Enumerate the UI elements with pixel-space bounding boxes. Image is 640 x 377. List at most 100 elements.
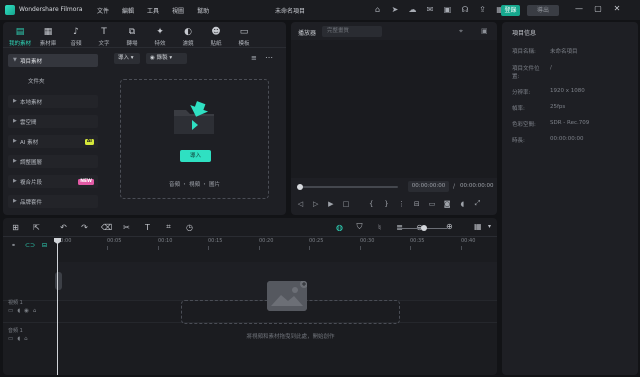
magnet-icon[interactable]: ⊂⊃ — [25, 242, 35, 249]
lock-icon[interactable]: ⌂ — [24, 336, 28, 342]
fullscreen-icon[interactable]: ⤢ — [474, 199, 481, 208]
record-dropdown[interactable]: ◉ 錄製 ▾ — [146, 53, 187, 64]
headset-icon[interactable]: ☊ — [461, 5, 470, 14]
send-icon[interactable]: ➤ — [391, 5, 400, 14]
chevron-right-icon: ▶ — [13, 158, 17, 164]
play-back-icon[interactable]: ▷ — [312, 200, 319, 208]
list-icon[interactable]: ≣ — [395, 223, 404, 232]
monitor-icon[interactable]: ▭ — [429, 200, 436, 208]
tab-filters[interactable]: ◐ 濾鏡 — [176, 27, 200, 47]
ai-tool-icon[interactable]: ◍ — [335, 223, 344, 232]
prev-frame-icon[interactable]: ◁ — [297, 200, 304, 208]
lock-icon[interactable]: ⌂ — [33, 308, 37, 314]
grid-view-icon[interactable]: ▦ — [474, 222, 482, 231]
layout-grid-icon[interactable]: ⊞ — [11, 223, 20, 232]
folder-icon[interactable]: ▭ — [8, 308, 13, 314]
export-button[interactable]: 導出 — [527, 5, 559, 16]
redo-icon[interactable]: ↷ — [80, 223, 89, 232]
delete-icon[interactable]: ⌫ — [101, 223, 112, 232]
effects-icon: ✦ — [156, 27, 164, 37]
play-icon[interactable]: ▶ — [327, 200, 334, 208]
sidebar-item-project-media[interactable]: ▼ 項目素材 — [8, 54, 98, 67]
import-label: 導入 — [118, 55, 130, 61]
sidebar-item-ai-media[interactable]: ▶ AI 素材 AI — [8, 135, 98, 148]
image-icon[interactable]: ▣ — [481, 27, 488, 35]
shield-icon[interactable]: ⛉ — [355, 222, 364, 232]
mark-in-icon[interactable]: { — [368, 200, 375, 208]
preview-scrubber[interactable] — [300, 186, 398, 188]
filmora-logo-icon — [5, 5, 15, 15]
speed-icon[interactable]: ◷ — [185, 223, 194, 232]
more-options-icon[interactable]: ⋯ — [265, 53, 273, 62]
maximize-icon[interactable]: ▢ — [592, 4, 604, 13]
tab-my-media[interactable]: ▤ 我的素材 — [8, 27, 32, 47]
tab-effects[interactable]: ✦ 特效 — [148, 27, 172, 47]
folder-icon[interactable]: ▭ — [8, 336, 13, 342]
dropzone-import-button[interactable]: 導入 — [180, 150, 211, 162]
tab-stickers[interactable]: ☻ 貼紙 — [204, 27, 228, 47]
video-track-controls: ▭ ◖ ◉ ⌂ — [8, 308, 40, 314]
sidebar-item-adjustment-layer[interactable]: ▶ 調整圖層 — [8, 155, 98, 168]
sidebar-item-local-media[interactable]: ▶ 本地素材 — [8, 95, 98, 108]
select-tool-icon[interactable]: ⇱ — [32, 223, 41, 232]
project-title: 未命名項目 — [275, 8, 306, 15]
import-dropdown[interactable]: 導入 ▾ — [114, 53, 140, 64]
render-icon[interactable]: ⊟ — [413, 200, 420, 208]
ruler-tick: 00:20 — [259, 238, 274, 250]
prop-value: 1920 x 1080 — [550, 88, 585, 94]
tab-templates[interactable]: ▭ 模板 — [232, 27, 256, 47]
login-button[interactable]: 登錄 — [501, 5, 520, 16]
sidebar-item-brand-kit[interactable]: ▶ 品牌套件 — [8, 195, 98, 208]
menu-tools[interactable]: 工具 — [147, 6, 159, 15]
image-icon[interactable]: ▣ — [443, 5, 452, 14]
chevron-down-icon[interactable]: ▾ — [488, 223, 491, 230]
tab-transitions[interactable]: ⧉ 轉場 — [120, 27, 144, 47]
minimize-icon[interactable]: — — [573, 4, 585, 13]
zoom-in-icon[interactable]: ⊕ — [446, 222, 453, 231]
menu-help[interactable]: 幫助 — [197, 6, 209, 15]
sidebar-item-compound-clip[interactable]: ▶ 複合片段 NEW — [8, 175, 98, 188]
current-time[interactable]: 00:00:00:00 — [408, 181, 449, 192]
sidebar-item-folder[interactable]: 文件夾 — [8, 74, 98, 87]
camera-icon[interactable]: ◙ — [444, 200, 451, 208]
cloud-icon[interactable]: ☁ — [408, 5, 417, 14]
speaker-icon[interactable]: ◖ — [17, 308, 20, 314]
menu-view[interactable]: 視圖 — [172, 6, 184, 15]
tab-label: 模板 — [238, 41, 250, 47]
crop-icon[interactable]: ⌗ — [164, 222, 173, 232]
chevron-right-icon: ▶ — [13, 118, 17, 124]
tab-audio[interactable]: ♪ 音頻 — [64, 27, 88, 47]
speaker-icon[interactable]: ◖ — [17, 336, 20, 342]
scrubber-handle[interactable] — [297, 184, 303, 190]
text-tool-icon[interactable]: T — [143, 223, 152, 232]
close-icon[interactable]: ✕ — [611, 4, 623, 13]
upload-icon[interactable]: ⇪ — [478, 5, 487, 14]
sidebar-item-cloud[interactable]: ▶ 雲空間 — [8, 115, 98, 128]
eye-icon[interactable]: ◉ — [24, 308, 29, 314]
split-icon[interactable]: ⋮ — [398, 200, 405, 208]
ruler-tick: 00:15 — [208, 238, 223, 250]
snapshot-icon[interactable]: ⌖ — [459, 27, 463, 36]
cut-icon[interactable]: ✂ — [122, 223, 131, 232]
mark-out-icon[interactable]: } — [383, 200, 390, 208]
filter-sort-icon[interactable]: ≡ — [251, 54, 257, 62]
microphone-icon[interactable]: ♮ — [375, 223, 384, 232]
gift-icon[interactable]: ⌂ — [373, 5, 382, 14]
zoom-slider-handle[interactable] — [421, 225, 427, 231]
menu-file[interactable]: 文件 — [97, 6, 109, 15]
track-layout-icon[interactable]: ⊟ — [42, 242, 47, 249]
mail-icon[interactable]: ✉ — [426, 5, 435, 14]
tab-library[interactable]: ▦ 素材庫 — [36, 27, 60, 47]
preview-quality-select[interactable]: 完整畫質 — [322, 26, 382, 37]
link-icon[interactable]: ⚭ — [11, 242, 16, 249]
prop-key: 項目文件位置: — [512, 66, 540, 80]
volume-icon[interactable]: ◖ — [459, 200, 466, 208]
stop-icon[interactable]: □ — [343, 200, 350, 208]
tab-text[interactable]: T 文字 — [92, 27, 116, 47]
menu-edit[interactable]: 編輯 — [122, 6, 134, 15]
playhead[interactable] — [57, 240, 58, 375]
record-label: 錄製 — [156, 55, 168, 61]
undo-icon[interactable]: ↶ — [59, 223, 68, 232]
timeline-ruler[interactable]: 00:00 00:05 00:10 00:15 00:20 00:25 00:3… — [57, 238, 497, 250]
tab-label: 濾鏡 — [182, 41, 194, 47]
